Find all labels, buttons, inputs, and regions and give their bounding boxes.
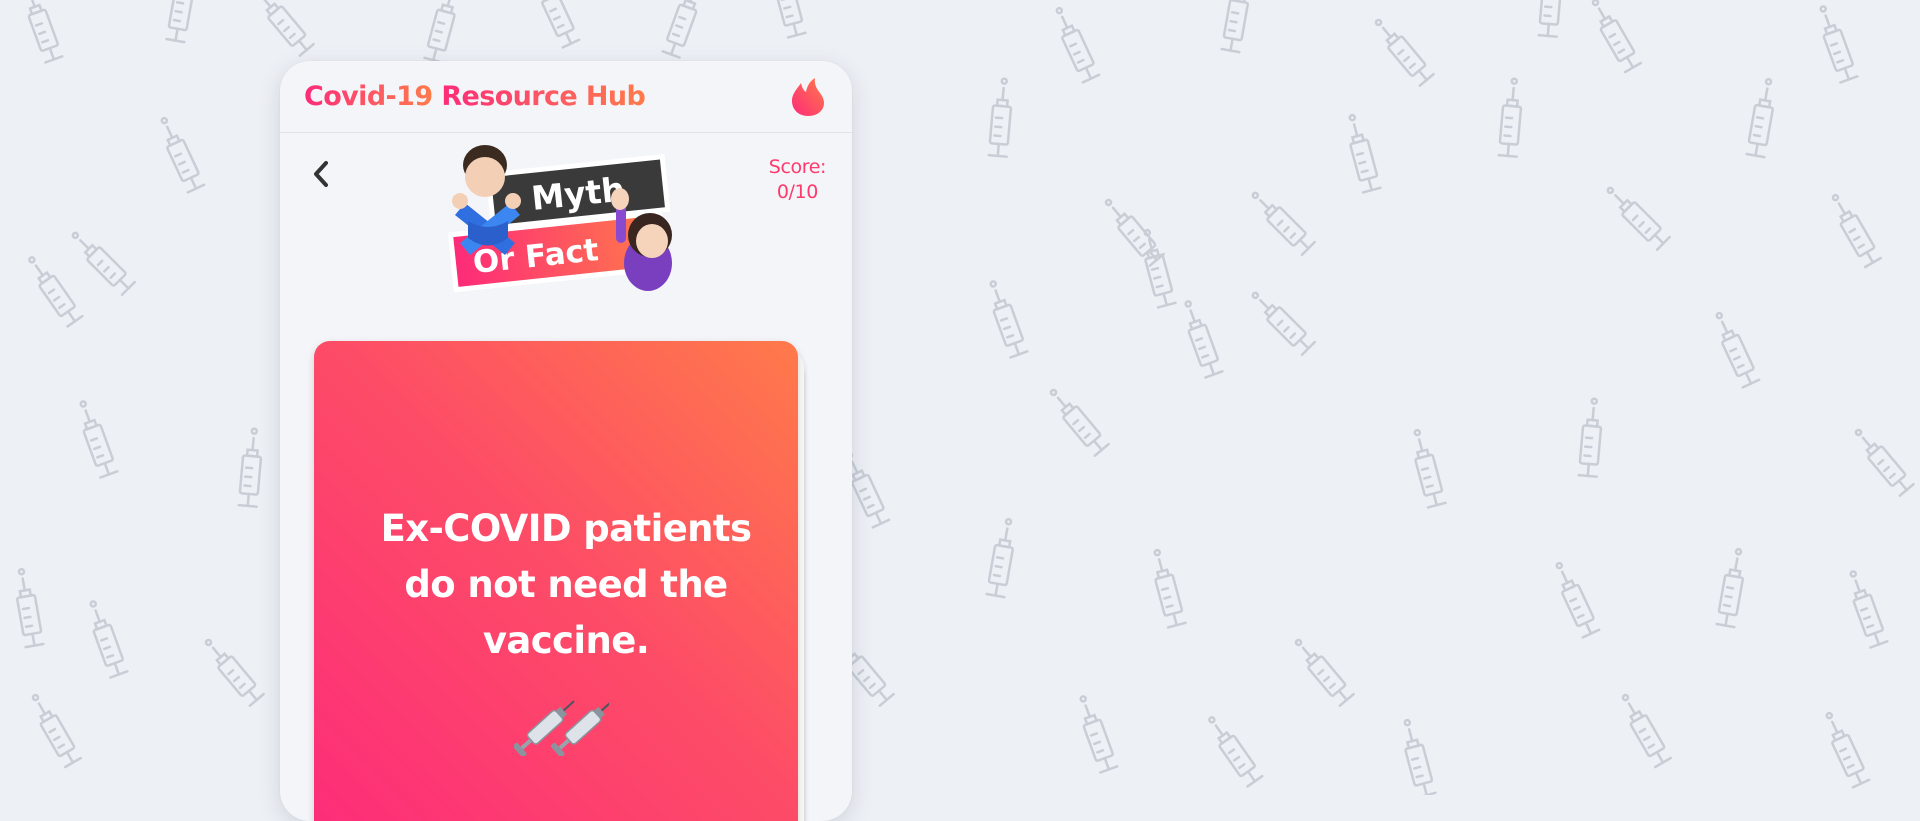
syringe-pattern-icon <box>1050 5 1099 83</box>
syringe-pattern-icon <box>167 0 198 42</box>
app-title: Covid-19 Resource Hub <box>304 81 645 112</box>
syringe-pattern-icon <box>1586 0 1640 72</box>
syringe-pattern-icon <box>1247 287 1315 355</box>
syringe-pattern-icon <box>26 691 80 767</box>
syringe-pattern-icon <box>1203 713 1262 787</box>
myth-or-fact-logo: Myth Or Fact <box>430 143 700 293</box>
score-value: 0/10 <box>769 180 826 205</box>
card-stack: Ex-COVID patients do not need the vaccin… <box>314 341 814 821</box>
syringe-pattern-icon <box>1820 710 1869 788</box>
score-label: Score: <box>769 155 826 180</box>
question-card[interactable]: Ex-COVID patients do not need the vaccin… <box>314 341 798 821</box>
syringe-pattern-icon <box>1343 113 1380 193</box>
syringe-pattern-icon <box>250 0 314 56</box>
syringe-pattern-icon <box>155 115 204 193</box>
syringe-pattern-icon <box>1222 0 1253 52</box>
flame-icon[interactable] <box>790 77 826 117</box>
syringe-pattern-icon <box>1579 398 1604 477</box>
syringe-pattern-icon <box>1499 78 1524 157</box>
syringe-pattern-icon <box>1602 182 1670 250</box>
syringe-pattern-icon <box>12 568 43 647</box>
syringe-pattern-icon <box>1844 569 1887 648</box>
syringe-pattern-icon <box>1398 718 1435 795</box>
syringe-pattern-icon <box>1148 548 1185 628</box>
syringe-pattern-icon <box>67 227 135 295</box>
syringe-pattern-icon <box>1074 694 1117 773</box>
syringe-pattern-icon <box>1247 187 1315 255</box>
syringe-pattern-icon <box>530 0 579 47</box>
game-header: Myth Or Fact <box>280 133 852 318</box>
syringe-pattern-icon <box>663 0 706 58</box>
chevron-left-icon <box>311 159 331 189</box>
syringe-pattern-icon <box>987 518 1018 597</box>
syringe-pattern-icon <box>1616 691 1670 767</box>
syringe-pattern-icon <box>768 0 805 37</box>
syringe-pattern-icon <box>74 399 117 478</box>
score-display: Score: 0/10 <box>769 155 826 205</box>
syringe-pattern-icon <box>84 599 127 678</box>
syringe-pattern-icon <box>200 635 264 706</box>
syringe-pattern-icon <box>239 428 264 507</box>
card-statement: Ex-COVID patients do not need the vaccin… <box>354 501 778 669</box>
syringe-pattern-icon <box>1045 385 1109 456</box>
syringe-pattern-icon <box>1138 228 1175 308</box>
syringe-pattern-icon <box>1710 310 1759 388</box>
syringe-pattern-icon <box>1717 548 1748 627</box>
syringe-pattern-icon <box>1100 195 1164 266</box>
syringe-icon <box>514 686 609 756</box>
app-header: Covid-19 Resource Hub <box>280 61 852 133</box>
syringe-pattern-icon <box>1370 15 1434 86</box>
syringe-pattern-icon <box>1747 78 1778 157</box>
phone-frame: Covid-19 Resource Hub <box>280 61 852 821</box>
syringe-pattern-icon <box>1179 299 1222 378</box>
syringe-pattern-icon <box>1290 635 1354 706</box>
syringe-pattern-icon <box>1408 428 1445 508</box>
syringe-pattern-icon <box>425 0 462 62</box>
syringe-pattern-icon <box>1550 560 1599 638</box>
back-button[interactable] <box>306 157 336 191</box>
syringe-pattern-icon <box>1814 4 1857 83</box>
syringe-pattern-icon <box>1850 425 1914 496</box>
syringe-pattern-icon <box>1826 191 1880 267</box>
syringe-pattern-icon <box>989 78 1014 157</box>
syringe-pattern-icon <box>984 279 1027 358</box>
app-title-part2: Resource Hub <box>441 81 645 112</box>
syringe-pattern-icon <box>19 0 62 63</box>
syringe-pattern-icon <box>1539 0 1564 37</box>
syringe-pattern-icon <box>23 253 82 327</box>
app-title-part1: Covid-19 <box>304 81 433 112</box>
